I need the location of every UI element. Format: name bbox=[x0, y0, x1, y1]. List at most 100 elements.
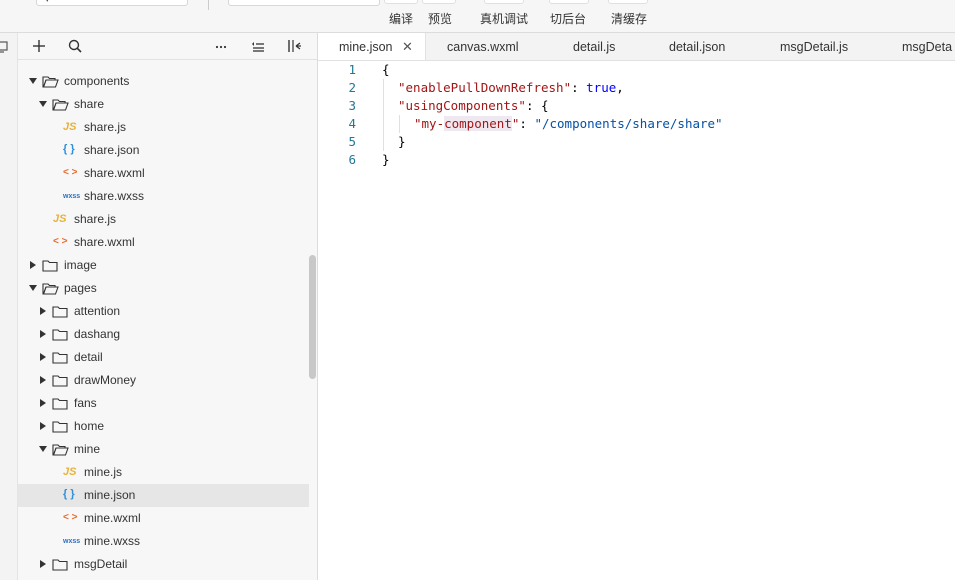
editor-tab[interactable]: msgDeta bbox=[883, 33, 955, 60]
chevron-down-icon[interactable] bbox=[39, 446, 47, 452]
chevron-right-icon[interactable] bbox=[40, 330, 46, 338]
toggle-sidebar-icon[interactable] bbox=[286, 38, 304, 56]
chevron-down-icon: ▾ bbox=[45, 0, 50, 5]
code-line: 4 "my-component": "/components/share/shar… bbox=[318, 116, 955, 134]
tree-folder[interactable]: mine bbox=[18, 438, 309, 461]
tree-item-label: mine.json bbox=[84, 488, 136, 502]
editor-tab[interactable]: detail.js bbox=[550, 33, 649, 60]
mode-select[interactable]: ▾ bbox=[36, 0, 188, 6]
code-text: { bbox=[382, 62, 390, 77]
code-token: : { bbox=[525, 98, 549, 113]
chevron-right-icon[interactable] bbox=[40, 307, 46, 315]
tree-file[interactable]: JS share.js bbox=[18, 116, 309, 139]
chevron-right-icon[interactable] bbox=[40, 560, 46, 568]
editor-tab-label: msgDeta bbox=[902, 40, 953, 54]
editor-tab[interactable]: detail.json bbox=[649, 33, 759, 60]
code-editor[interactable]: 1{2 "enablePullDownRefresh": true, 3 "using… bbox=[318, 61, 955, 580]
editor-tab[interactable]: msgDetail.js bbox=[759, 33, 883, 60]
add-file-icon[interactable] bbox=[31, 38, 49, 56]
code-text: "usingComponents": { bbox=[398, 98, 549, 113]
tree-folder[interactable]: drawMoney bbox=[18, 369, 309, 392]
top-toolbar: ▾ 编译 预览 真机调试 切后台 清缓存 bbox=[0, 0, 955, 33]
folder-open-icon bbox=[42, 75, 59, 91]
folder-icon bbox=[52, 328, 69, 344]
tree-item-label: share.wxml bbox=[84, 166, 145, 180]
background-icon bbox=[549, 0, 589, 4]
folder-icon bbox=[52, 305, 69, 321]
code-line: 6} bbox=[318, 152, 955, 170]
tree-file[interactable]: JS share.js bbox=[18, 208, 309, 231]
js-file-icon: JS bbox=[63, 466, 77, 478]
editor-tab[interactable]: canvas.wxml bbox=[426, 33, 550, 60]
folder-open-icon bbox=[52, 443, 69, 459]
tree-file[interactable]: < > share.wxml bbox=[18, 162, 309, 185]
compile-mode-select[interactable] bbox=[228, 0, 380, 6]
tree-folder[interactable]: pages bbox=[18, 277, 309, 300]
tree-item-label: components bbox=[64, 74, 130, 88]
tree-file[interactable]: wxss mine.wxss bbox=[18, 530, 309, 553]
editor-tab[interactable]: mine.json ✕ bbox=[318, 33, 426, 60]
more-icon[interactable] bbox=[213, 38, 231, 56]
chevron-down-icon[interactable] bbox=[29, 78, 37, 84]
chevron-right-icon[interactable] bbox=[30, 261, 36, 269]
tree-item-label: home bbox=[74, 419, 105, 433]
chevron-right-icon[interactable] bbox=[40, 399, 46, 407]
tree-folder[interactable]: dashang bbox=[18, 323, 309, 346]
tree-file[interactable]: { } mine.json bbox=[18, 484, 309, 507]
tree-file[interactable]: JS mine.js bbox=[18, 461, 309, 484]
tree-folder[interactable]: components bbox=[18, 70, 309, 93]
background-label: 切后台 bbox=[550, 12, 587, 26]
chevron-right-icon[interactable] bbox=[40, 422, 46, 430]
code-text: } bbox=[398, 134, 406, 149]
preview-label: 预览 bbox=[428, 12, 453, 26]
chevron-down-icon[interactable] bbox=[39, 101, 47, 107]
close-icon[interactable]: ✕ bbox=[402, 33, 413, 60]
tree-folder[interactable]: share bbox=[18, 93, 309, 116]
chevron-right-icon[interactable] bbox=[40, 353, 46, 361]
tree-item-label: share.wxss bbox=[84, 189, 145, 203]
code-token: "usingComponents" bbox=[398, 98, 526, 113]
json-file-icon: { } bbox=[63, 488, 75, 500]
code-line: 5} bbox=[318, 134, 955, 152]
wxml-file-icon: < > bbox=[53, 236, 68, 247]
editor-tab-label: msgDetail.js bbox=[780, 40, 849, 54]
editor-tab-label: detail.json bbox=[669, 40, 726, 54]
tree-file[interactable]: { } share.json bbox=[18, 139, 309, 162]
folder-icon bbox=[52, 374, 69, 390]
collapse-all-icon[interactable] bbox=[250, 38, 268, 56]
code-token: : bbox=[571, 80, 587, 95]
tree-folder[interactable]: detail bbox=[18, 346, 309, 369]
tree-file[interactable]: wxss share.wxss bbox=[18, 185, 309, 208]
tree-folder[interactable]: msgDetail bbox=[18, 553, 309, 576]
file-explorer: components share JS share.js { } share.json < … bbox=[18, 33, 317, 580]
chevron-right-icon[interactable] bbox=[40, 376, 46, 384]
tree-folder[interactable]: attention bbox=[18, 300, 309, 323]
code-line: 2 "enablePullDownRefresh": true, bbox=[318, 80, 955, 98]
tree-item-label: mine.wxss bbox=[84, 534, 141, 548]
editor-tab-label: mine.json bbox=[339, 40, 393, 54]
editor-tab-label: detail.js bbox=[573, 40, 616, 54]
line-number: 4 bbox=[348, 116, 356, 131]
search-icon[interactable] bbox=[67, 38, 85, 56]
preview-icon bbox=[422, 0, 456, 4]
line-number: 5 bbox=[348, 134, 356, 149]
clear-cache-label: 清缓存 bbox=[611, 12, 648, 26]
panel-icon[interactable] bbox=[0, 41, 8, 53]
explorer-scrollbar[interactable] bbox=[309, 255, 316, 379]
tree-file[interactable]: < > mine.wxml bbox=[18, 507, 309, 530]
tree-folder[interactable]: image bbox=[18, 254, 309, 277]
code-token: { bbox=[382, 62, 390, 77]
tree-item-label: mine bbox=[74, 442, 101, 456]
folder-open-icon bbox=[42, 282, 59, 298]
file-tree: components share JS share.js { } share.json < … bbox=[18, 70, 309, 576]
code-token: "my- bbox=[414, 116, 445, 131]
tree-file[interactable]: < > share.wxml bbox=[18, 231, 309, 254]
tree-item-label: fans bbox=[74, 396, 97, 410]
js-file-icon: JS bbox=[53, 213, 67, 225]
tree-folder[interactable]: home bbox=[18, 415, 309, 438]
wxml-file-icon: < > bbox=[63, 512, 78, 523]
code-line: 3 "usingComponents": { bbox=[318, 98, 955, 116]
line-number: 6 bbox=[348, 152, 356, 167]
chevron-down-icon[interactable] bbox=[29, 285, 37, 291]
tree-folder[interactable]: fans bbox=[18, 392, 309, 415]
